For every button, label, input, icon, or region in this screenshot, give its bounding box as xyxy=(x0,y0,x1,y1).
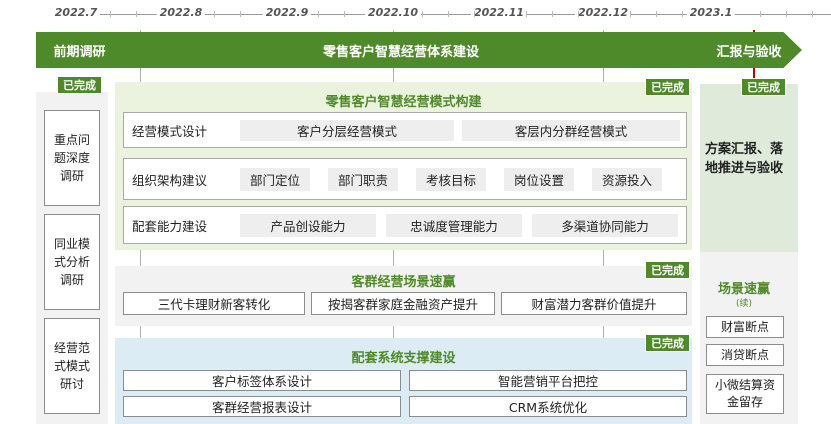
right-item-1: 财富断点 xyxy=(706,316,784,338)
model-row-3-item-1: 产品创设能力 xyxy=(240,214,376,237)
scene-item-2: 按揭客群家庭金融资产提升 xyxy=(311,292,495,315)
report-text: 方案汇报、落地推进与验收 xyxy=(704,142,783,176)
model-row-2-item-5: 资源投入 xyxy=(592,168,662,191)
system-item-3: 客群经营报表设计 xyxy=(123,396,401,417)
timeline-month-label: 2022.7 xyxy=(51,6,101,19)
timeline-minor-tick xyxy=(760,11,761,17)
system-item-2: 智能营销平台把控 xyxy=(409,370,687,391)
right-item-2: 消贷断点 xyxy=(706,344,784,366)
model-section-title: 零售客户智慧经营模式构建 xyxy=(325,95,482,110)
timeline-minor-tick xyxy=(682,11,683,17)
timeline-month-label: 2023.1 xyxy=(686,6,736,19)
timeline-minor-tick xyxy=(136,11,137,17)
scene-continued-title: 场景速赢 xyxy=(717,282,770,297)
timeline-month-label: 2022.11 xyxy=(470,6,528,19)
model-row-3-item-2: 忠诚度管理能力 xyxy=(386,214,522,237)
timeline-month-label: 2022.10 xyxy=(364,6,422,19)
timeline-minor-tick xyxy=(578,11,579,17)
phase-construction: 零售客户智慧经营体系建设 xyxy=(91,32,711,68)
timeline-minor-tick xyxy=(110,11,111,17)
timeline-minor-tick xyxy=(344,11,345,17)
left-item-1: 重点问题深度调研 xyxy=(44,110,100,206)
timeline-month-label: 2022.9 xyxy=(262,6,312,19)
timeline-minor-tick xyxy=(474,11,475,17)
done-badge-research: 已完成 xyxy=(57,76,102,94)
scene-item-1: 三代卡理财新客转化 xyxy=(123,292,305,315)
model-row-2: 组织架构建议 部门定位 部门职责 考核目标 岗位设置 资源投入 xyxy=(123,158,687,200)
timeline-minor-tick xyxy=(812,11,813,17)
left-item-2: 同业模式分析调研 xyxy=(44,214,100,310)
timeline-minor-tick xyxy=(630,11,631,17)
timeline-minor-tick xyxy=(786,11,787,17)
model-row-1-label: 经营模式设计 xyxy=(132,123,208,139)
done-badge-model: 已完成 xyxy=(645,78,690,96)
model-row-1-item-2: 客层内分群经营模式 xyxy=(462,120,680,141)
timeline-month-label: 2022.12 xyxy=(574,6,632,19)
scene-item-3: 财富潜力客群价值提升 xyxy=(501,292,687,315)
timeline-minor-tick xyxy=(422,11,423,17)
timeline-minor-tick xyxy=(526,11,527,17)
right-item-3: 小微结算资金留存 xyxy=(706,374,784,414)
timeline-minor-tick xyxy=(552,11,553,17)
model-row-3-item-3: 多渠道协同能力 xyxy=(532,214,678,237)
timeline-minor-tick xyxy=(240,11,241,17)
timeline: 2022.7 2022.8 2022.9 2022.10 2022.11 2022.12 2… xyxy=(0,0,831,30)
system-item-4: CRM系统优化 xyxy=(409,396,687,417)
done-badge-system: 已完成 xyxy=(645,334,690,352)
done-badge-report: 已完成 xyxy=(741,78,786,96)
model-row-3: 配套能力建设 产品创设能力 忠诚度管理能力 多渠道协同能力 xyxy=(123,206,687,244)
timeline-minor-tick xyxy=(214,11,215,17)
system-item-1: 客户标签体系设计 xyxy=(123,370,401,391)
timeline-minor-tick xyxy=(448,11,449,17)
model-row-2-item-1: 部门定位 xyxy=(240,168,310,191)
model-row-2-label: 组织架构建议 xyxy=(132,172,208,188)
system-section-title: 配套系统支撑建设 xyxy=(351,351,456,366)
timeline-month-label: 2022.8 xyxy=(156,6,206,19)
model-row-2-item-4: 岗位设置 xyxy=(504,168,574,191)
model-row-2-item-2: 部门职责 xyxy=(328,168,398,191)
phase-report: 汇报与验收 xyxy=(686,32,802,68)
model-row-2-item-3: 考核目标 xyxy=(416,168,486,191)
left-item-3: 经营范式模式研讨 xyxy=(44,318,100,414)
scene-section-title: 客群经营场景速赢 xyxy=(351,275,456,290)
scene-continued-subtitle: (续) xyxy=(735,299,753,309)
model-row-1: 经营模式设计 客户分层经营模式 客层内分群经营模式 xyxy=(123,112,687,148)
timeline-minor-tick xyxy=(318,11,319,17)
done-badge-scene: 已完成 xyxy=(645,261,690,279)
timeline-minor-tick xyxy=(656,11,657,17)
model-row-1-item-1: 客户分层经营模式 xyxy=(240,120,454,141)
model-row-3-label: 配套能力建设 xyxy=(132,218,208,234)
